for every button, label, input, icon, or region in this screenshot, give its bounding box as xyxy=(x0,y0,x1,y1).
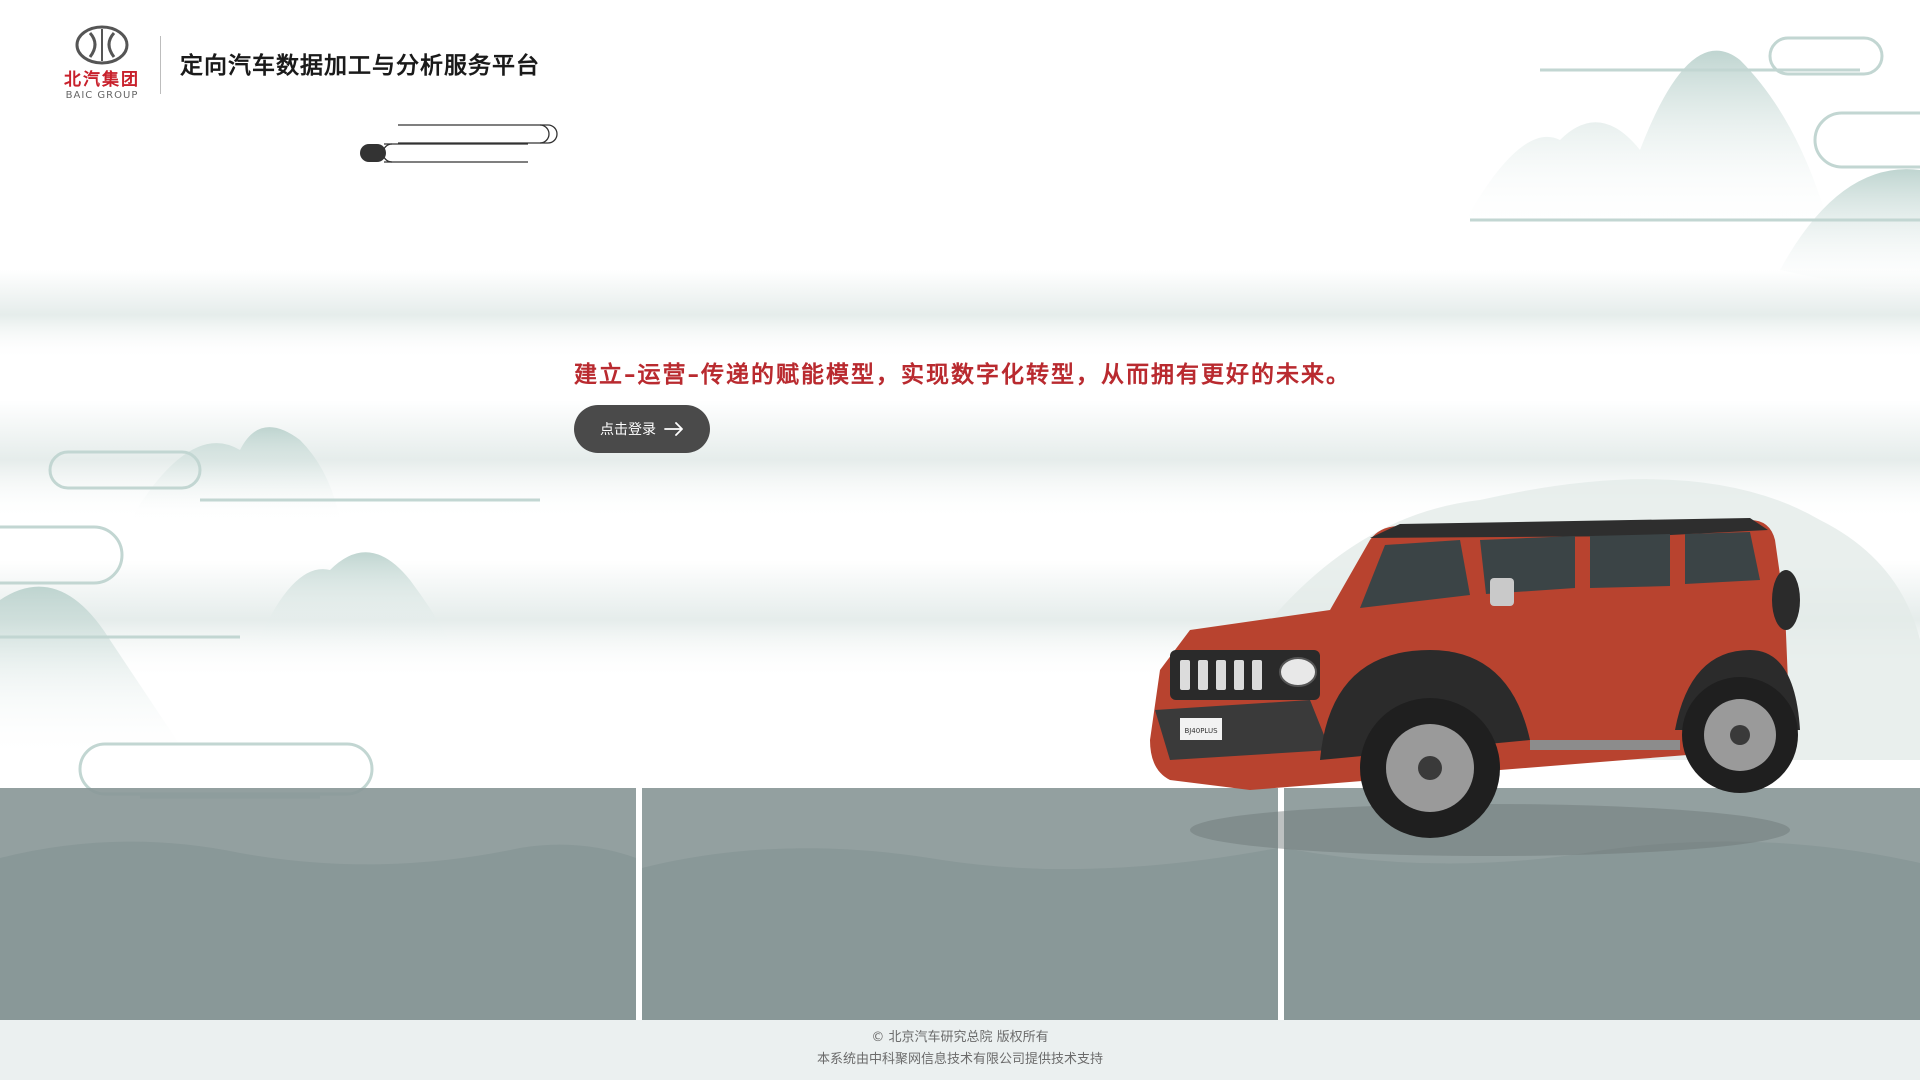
site-title: 定向汽车数据加工与分析服务平台 xyxy=(180,53,540,79)
login-page: 北汽集团 BAIC GROUP 定向汽车数据加工与分析服务平台 建立–运营–传递… xyxy=(0,0,1920,1080)
hero-slogan: 建立–运营–传递的赋能模型，实现数字化转型，从而拥有更好的未来。 xyxy=(574,361,1351,388)
header-divider xyxy=(160,36,161,94)
suv-image: BJ40PLUS xyxy=(1150,518,1800,856)
footer-support-text: 本系统由中科聚网信息技术有限公司提供技术支持 xyxy=(816,1052,1103,1067)
license-plate: BJ40PLUS xyxy=(1184,727,1218,735)
footer-copyright: © 北京汽车研究总院 版权所有 xyxy=(871,1030,1049,1045)
bottom-panel-1 xyxy=(0,788,636,1020)
footer: © 北京汽车研究总院 版权所有 本系统由中科聚网信息技术有限公司提供技术支持 xyxy=(0,1020,1920,1080)
baic-emblem-icon xyxy=(75,25,129,65)
header: 北汽集团 BAIC GROUP 定向汽车数据加工与分析服务平台 xyxy=(0,0,700,120)
login-button[interactable]: 点击登录 xyxy=(574,405,710,453)
baic-logo[interactable]: 北汽集团 BAIC GROUP xyxy=(58,24,146,104)
arrow-right-icon xyxy=(664,422,683,436)
login-button-label: 点击登录 xyxy=(600,422,656,438)
logo-chinese-text: 北汽集团 xyxy=(64,70,140,90)
logo-english-text: BAIC GROUP xyxy=(65,90,139,101)
